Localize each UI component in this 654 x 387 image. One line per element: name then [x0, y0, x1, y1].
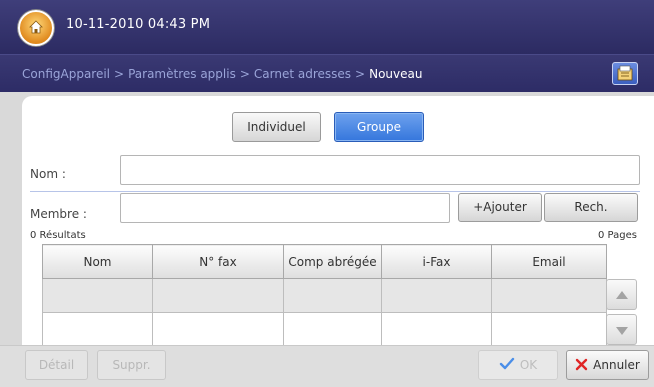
breadcrumb-separator: > [355, 67, 366, 81]
table-cell [152, 278, 284, 313]
column-header-comp-abregee[interactable]: Comp abrégée [283, 244, 382, 279]
column-header-email[interactable]: Email [491, 244, 607, 279]
home-button[interactable] [18, 10, 54, 46]
table-cell [381, 312, 492, 347]
detail-button[interactable]: Détail [25, 350, 88, 380]
table-cell [283, 278, 382, 313]
scroll-up-button[interactable] [606, 279, 637, 310]
pages-count: 0 Pages [598, 230, 637, 241]
arrow-up-icon [616, 291, 628, 299]
address-book-icon [617, 65, 633, 81]
breadcrumb: ConfigAppareil > Paramètres applis > Carnet … [22, 67, 422, 81]
table-cell [283, 312, 382, 347]
divider [30, 191, 640, 192]
nom-input[interactable] [120, 155, 640, 185]
table-cell [491, 312, 607, 347]
table-cell [42, 278, 153, 313]
scroll-down-button[interactable] [606, 314, 637, 345]
nom-label: Nom : [30, 167, 66, 181]
main-panel: Individuel Groupe Nom : Membre : +Ajoute… [22, 96, 654, 354]
breadcrumb-item-configappareil[interactable]: ConfigAppareil [22, 67, 110, 81]
tab-individuel[interactable]: Individuel [232, 112, 321, 142]
membre-label: Membre : [30, 207, 87, 221]
breadcrumb-item-carnet-adresses[interactable]: Carnet adresses [254, 67, 351, 81]
ajouter-button[interactable]: +Ajouter [458, 193, 542, 222]
annuler-button[interactable]: Annuler [566, 350, 649, 380]
check-icon [499, 357, 515, 370]
home-icon [29, 20, 43, 34]
breadcrumb-current: Nouveau [369, 67, 423, 81]
breadcrumb-item-parametres-applis[interactable]: Paramètres applis [128, 67, 236, 81]
address-book-button[interactable] [612, 62, 638, 85]
table-cell [381, 278, 492, 313]
breadcrumb-separator: > [239, 67, 250, 81]
table-cell [491, 278, 607, 313]
table-cell [152, 312, 284, 347]
suppr-button[interactable]: Suppr. [97, 350, 166, 380]
table-row[interactable] [42, 312, 607, 347]
members-table: Nom N° fax Comp abrégée i-Fax Email [42, 244, 607, 347]
footer-bar: Détail Suppr. OK Annuler [0, 345, 654, 387]
table-row[interactable] [42, 278, 607, 313]
annuler-label: Annuler [593, 358, 640, 372]
datetime: 10-11-2010 04:43 PM [66, 17, 211, 32]
close-icon [575, 358, 588, 370]
breadcrumb-separator: > [114, 67, 125, 81]
arrow-down-icon [616, 327, 628, 335]
ok-label: OK [519, 358, 538, 372]
tab-groupe[interactable]: Groupe [334, 112, 424, 142]
ok-button[interactable]: OK [478, 350, 558, 380]
rech-button[interactable]: Rech. [544, 193, 638, 222]
membre-input[interactable] [120, 193, 450, 223]
top-bar: 10-11-2010 04:43 PM [0, 0, 654, 54]
column-header-fax[interactable]: N° fax [152, 244, 284, 279]
column-header-ifax[interactable]: i-Fax [381, 244, 492, 279]
table-cell [42, 312, 153, 347]
column-header-nom[interactable]: Nom [42, 244, 153, 279]
breadcrumb-bar: ConfigAppareil > Paramètres applis > Carnet … [0, 54, 654, 92]
results-count: 0 Résultats [30, 230, 86, 241]
